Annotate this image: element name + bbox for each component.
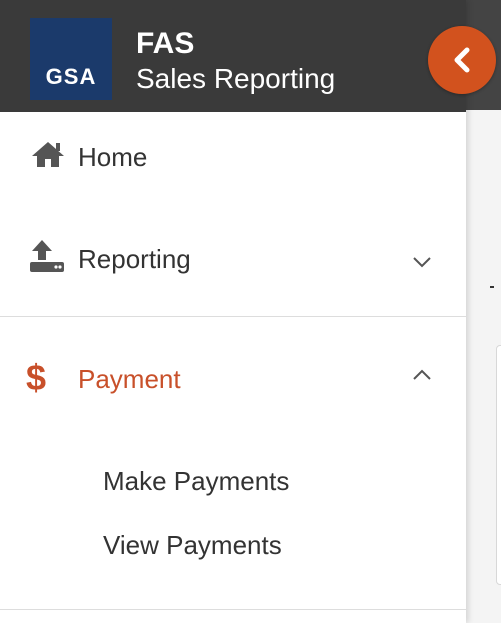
chevron-left-icon [454, 47, 470, 73]
chevron-up-icon [412, 368, 432, 386]
sidebar-item-label: Payment [78, 364, 181, 394]
app-title: FAS [136, 27, 195, 60]
collapse-sidebar-button[interactable] [428, 26, 496, 94]
gsa-logo: GSA [30, 18, 112, 100]
chevron-down-icon [412, 255, 432, 273]
nav-divider [0, 609, 466, 610]
home-icon [30, 140, 66, 173]
sidebar-item-reporting[interactable]: Reporting [0, 230, 466, 290]
sidebar-item-label: Reporting [78, 244, 191, 274]
sidebar-item-home[interactable]: Home [0, 130, 466, 186]
main-content-mark [490, 286, 494, 288]
gsa-logo-text: GSA [45, 64, 97, 89]
app-subtitle: Sales Reporting [136, 63, 336, 94]
main-content-card [496, 345, 501, 585]
nav-divider [0, 316, 466, 317]
sidebar-header: GSA FAS Sales Reporting [0, 0, 466, 112]
sidebar-subitem-view-payments[interactable]: View Payments [103, 530, 282, 560]
dollar-icon: $ [26, 357, 47, 398]
sidebar: GSA FAS Sales Reporting Home Reporting $… [0, 0, 466, 623]
sidebar-subitem-make-payments[interactable]: Make Payments [103, 466, 289, 496]
sidebar-item-label: Home [78, 142, 148, 172]
main-content-area [466, 0, 501, 623]
upload-icon [28, 240, 68, 281]
sidebar-item-payment[interactable]: $ Payment [0, 350, 466, 410]
